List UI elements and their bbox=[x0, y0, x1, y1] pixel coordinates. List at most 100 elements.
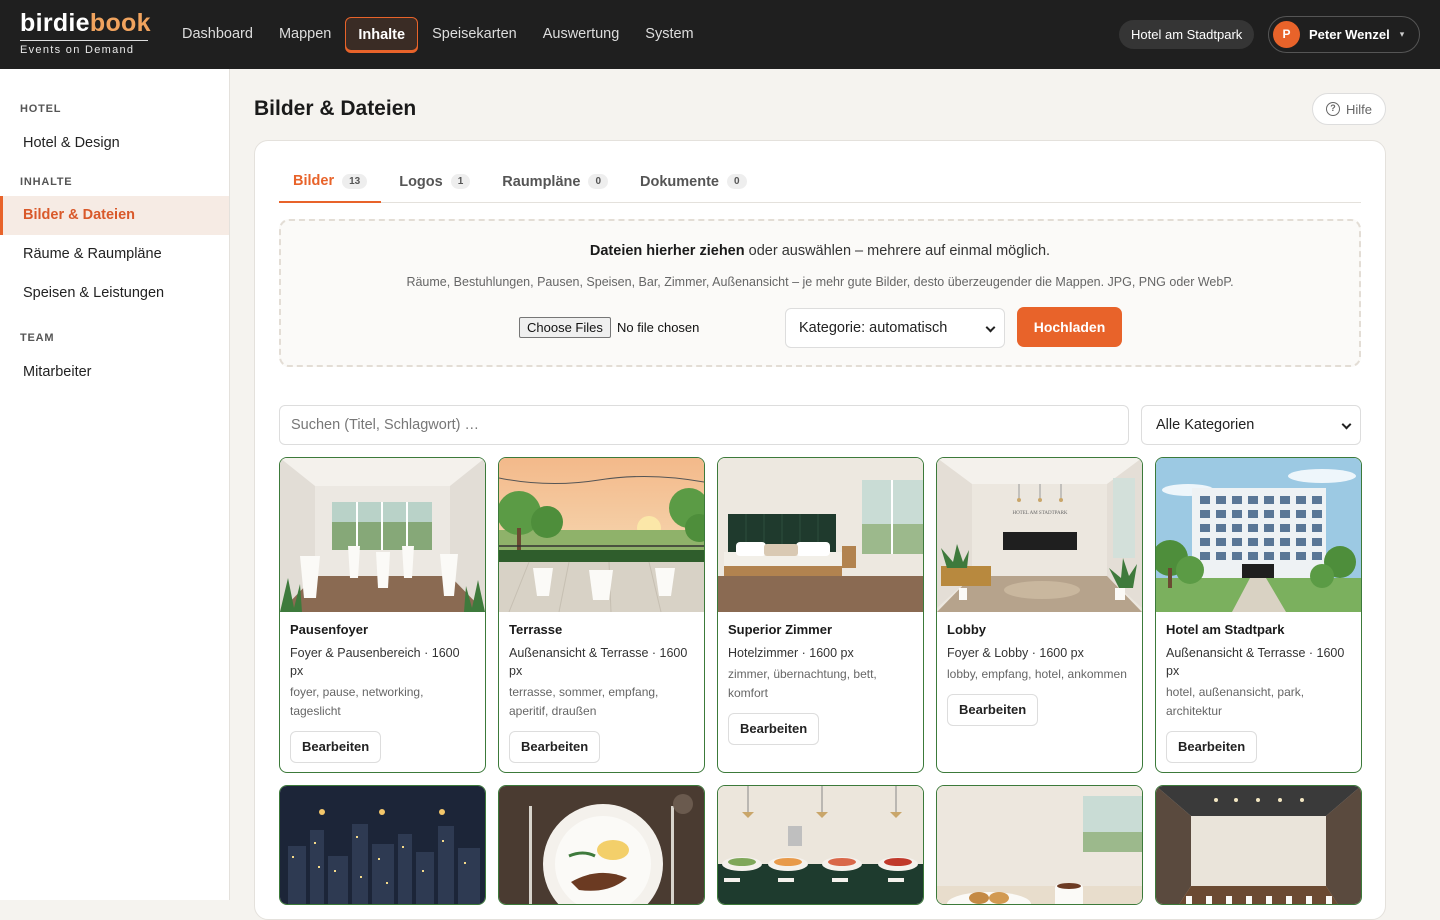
dropzone-instruction-rest: oder auswählen – mehrere auf einmal mögl… bbox=[744, 243, 1051, 259]
tab-logos[interactable]: Logos 1 bbox=[385, 161, 484, 202]
dropzone-hint: Räume, Bestuhlungen, Pausen, Speisen, Ba… bbox=[406, 275, 1234, 289]
edit-button[interactable]: Bearbeiten bbox=[290, 731, 382, 763]
sidebar-section-team: TEAM bbox=[20, 332, 55, 344]
brand-tagline: Events on Demand bbox=[20, 44, 135, 56]
nav-dashboard[interactable]: Dashboard bbox=[170, 17, 265, 51]
tab-dokumente[interactable]: Dokumente 0 bbox=[626, 161, 761, 202]
top-bar: birdiebook Events on Demand Dashboard Ma… bbox=[0, 0, 1440, 69]
thumbnail-foyer bbox=[280, 458, 485, 612]
category-filter-value: Alle Kategorien bbox=[1156, 417, 1255, 433]
card-title: Hotel am Stadtpark bbox=[1166, 622, 1285, 637]
nav-system[interactable]: System bbox=[633, 17, 705, 51]
sidebar-section-inhalte: INHALTE bbox=[20, 176, 73, 188]
card-meta: Hotelzimmer · 1600 px bbox=[728, 646, 854, 660]
sidebar-item-hotel-design[interactable]: Hotel & Design bbox=[0, 124, 229, 163]
tab-label: Logos bbox=[399, 173, 443, 190]
card-tags: zimmer, übernachtung, bett, komfort bbox=[728, 667, 877, 700]
card-meta: Foyer & Lobby · 1600 px bbox=[947, 646, 1084, 660]
thumbnail-hotel bbox=[1156, 458, 1361, 612]
nav-inhalte[interactable]: Inhalte bbox=[345, 17, 419, 51]
card-title: Terrasse bbox=[509, 622, 563, 637]
lobby-sign: HOTEL AM STADTPARK bbox=[1012, 511, 1067, 516]
thumbnail-lobby: HOTEL AM STADTPARK bbox=[937, 458, 1142, 612]
tab-bar: Bilder 13 Logos 1 Raumpläne 0 Dokumente 0 bbox=[279, 161, 1361, 203]
help-icon: ? bbox=[1325, 102, 1340, 116]
image-card-bar[interactable] bbox=[279, 785, 486, 905]
tab-label: Dokumente bbox=[640, 173, 719, 190]
thumbnail-zimmer bbox=[718, 458, 923, 612]
nav-mappen[interactable]: Mappen bbox=[267, 17, 343, 51]
tab-label: Raumpläne bbox=[502, 173, 581, 190]
chevron-down-icon: ▾ bbox=[1399, 29, 1405, 39]
card-tags: lobby, empfang, hotel, ankommen bbox=[947, 667, 1127, 681]
edit-button[interactable]: Bearbeiten bbox=[1166, 731, 1258, 763]
help-label: Hilfe bbox=[1345, 101, 1372, 117]
help-button[interactable]: ? Hilfe bbox=[1312, 93, 1386, 125]
card-tags: foyer, pause, networking, tageslicht bbox=[290, 685, 424, 718]
upload-category-value: Kategorie: automatisch bbox=[799, 320, 948, 336]
brand-name-main: birdie bbox=[20, 9, 90, 37]
dropzone-instruction-bold: Dateien hierher ziehen bbox=[589, 243, 745, 259]
image-card-hotel-am-stadtpark[interactable]: Hotel am Stadtpark Außenansicht & Terras… bbox=[1155, 457, 1362, 773]
card-meta: Außenansicht & Terrasse · 1600 px bbox=[1166, 646, 1345, 678]
nav-auswertung[interactable]: Auswertung bbox=[531, 17, 632, 51]
category-filter-select[interactable]: Alle Kategorien bbox=[1141, 405, 1361, 445]
sidebar-item-raeume[interactable]: Räume & Raumpläne bbox=[0, 235, 229, 274]
thumbnail-hall bbox=[1156, 786, 1361, 904]
card-meta: Außenansicht & Terrasse · 1600 px bbox=[509, 646, 688, 678]
image-card-lobby[interactable]: HOTEL AM STADTPARK Lobby Foyer & Lobby ·… bbox=[936, 457, 1143, 773]
card-title: Superior Zimmer bbox=[728, 622, 833, 637]
image-card-pausenfoyer[interactable]: Pausenfoyer Foyer & Pausenbereich · 1600… bbox=[279, 457, 486, 773]
tab-raumplaene[interactable]: Raumpläne 0 bbox=[488, 161, 622, 202]
brand-divider bbox=[20, 40, 148, 41]
thumbnail-terrasse bbox=[499, 458, 704, 612]
sidebar-item-speisen[interactable]: Speisen & Leistungen bbox=[0, 274, 229, 313]
tab-count-badge: 13 bbox=[342, 173, 368, 189]
content-panel: Bilder 13 Logos 1 Raumpläne 0 Dokumente 0 Da… bbox=[254, 140, 1386, 920]
brand-logo[interactable]: birdiebook Events on Demand bbox=[20, 8, 151, 56]
tab-count-badge: 1 bbox=[450, 174, 471, 189]
sidebar-item-mitarbeiter[interactable]: Mitarbeiter bbox=[0, 353, 229, 392]
sidebar-section-hotel: HOTEL bbox=[20, 103, 62, 115]
user-menu[interactable]: P Peter Wenzel ▾ bbox=[1268, 16, 1420, 53]
sidebar-item-bilder-dateien[interactable]: Bilder & Dateien bbox=[0, 196, 229, 235]
thumbnail-plate bbox=[499, 786, 704, 904]
image-card-speisen[interactable] bbox=[498, 785, 705, 905]
tab-bilder[interactable]: Bilder 13 bbox=[279, 161, 382, 203]
user-name: Peter Wenzel bbox=[1309, 27, 1390, 42]
main-nav: Dashboard Mappen Inhalte Speisekarten Au… bbox=[170, 17, 706, 51]
tab-count-badge: 0 bbox=[588, 174, 609, 189]
upload-dropzone[interactable]: Dateien hierher ziehen oder auswählen – … bbox=[279, 219, 1361, 367]
hotel-switcher[interactable]: Hotel am Stadtpark bbox=[1119, 20, 1255, 49]
nav-speisekarten[interactable]: Speisekarten bbox=[420, 17, 529, 51]
image-card-buffet[interactable] bbox=[717, 785, 924, 905]
search-input[interactable]: Suchen (Titel, Schlagwort) … bbox=[279, 405, 1129, 445]
card-tags: hotel, außenansicht, park, architektur bbox=[1166, 685, 1305, 718]
tab-label: Bilder bbox=[293, 173, 335, 189]
thumbnail-bar bbox=[280, 786, 485, 904]
sidebar: HOTEL Hotel & Design INHALTE Bilder & Da… bbox=[0, 69, 230, 900]
thumbnail-buffet bbox=[718, 786, 923, 904]
brand-name: birdiebook bbox=[20, 8, 151, 38]
edit-button[interactable]: Bearbeiten bbox=[509, 731, 601, 763]
card-title: Pausenfoyer bbox=[290, 622, 369, 637]
choose-files-button[interactable]: Choose Files bbox=[519, 317, 611, 338]
card-tags: terrasse, sommer, empfang, aperitif, dra… bbox=[509, 685, 659, 718]
chevron-down-icon bbox=[1341, 419, 1352, 430]
image-grid: Pausenfoyer Foyer & Pausenbereich · 1600… bbox=[279, 457, 1363, 905]
upload-button[interactable]: Hochladen bbox=[1017, 307, 1122, 347]
image-card-kaffeepause[interactable] bbox=[936, 785, 1143, 905]
brand-name-accent: book bbox=[89, 9, 151, 37]
upload-category-select[interactable]: Kategorie: automatisch bbox=[785, 308, 1005, 348]
tab-count-badge: 0 bbox=[726, 174, 747, 189]
avatar: P bbox=[1273, 21, 1300, 48]
chevron-down-icon bbox=[985, 322, 996, 333]
image-card-saal[interactable] bbox=[1155, 785, 1362, 905]
image-card-superior-zimmer[interactable]: Superior Zimmer Hotelzimmer · 1600 px zi… bbox=[717, 457, 924, 773]
edit-button[interactable]: Bearbeiten bbox=[947, 694, 1039, 726]
edit-button[interactable]: Bearbeiten bbox=[728, 713, 820, 745]
card-meta: Foyer & Pausenbereich · 1600 px bbox=[290, 646, 460, 678]
image-card-terrasse[interactable]: Terrasse Außenansicht & Terrasse · 1600 … bbox=[498, 457, 705, 773]
page-title: Bilder & Dateien bbox=[254, 97, 417, 120]
thumbnail-coffee bbox=[937, 786, 1142, 904]
